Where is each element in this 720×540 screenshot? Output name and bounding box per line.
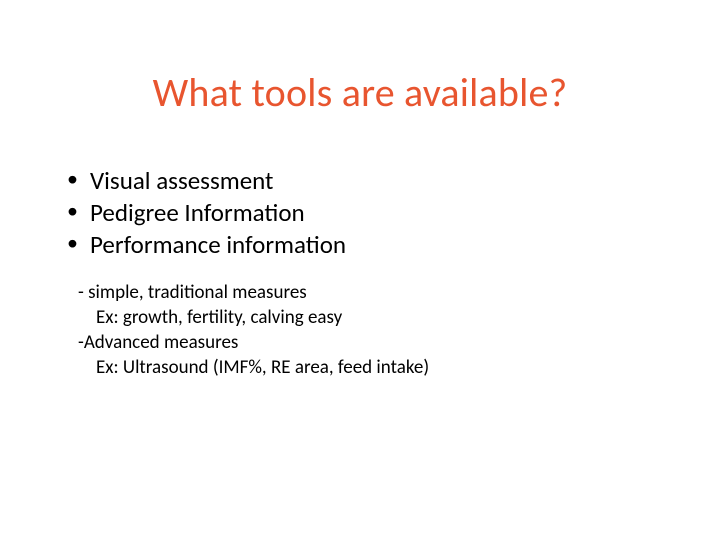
- bullet-list: Visual assessment Pedigree Information P…: [64, 165, 664, 261]
- sub-line: -Advanced measures: [78, 330, 678, 355]
- bullet-item: Visual assessment: [64, 165, 664, 197]
- sub-block: - simple, traditional measures Ex: growt…: [78, 280, 678, 380]
- sub-line: - simple, traditional measures: [78, 280, 678, 305]
- bullet-item: Pedigree Information: [64, 197, 664, 229]
- bullet-item: Performance information: [64, 229, 664, 261]
- sub-line: Ex: growth, fertility, calving easy: [78, 305, 678, 330]
- sub-line: Ex: Ultrasound (IMF%, RE area, feed inta…: [78, 355, 678, 380]
- slide-title: What tools are available?: [0, 68, 720, 117]
- slide: What tools are available? Visual assessm…: [0, 0, 720, 540]
